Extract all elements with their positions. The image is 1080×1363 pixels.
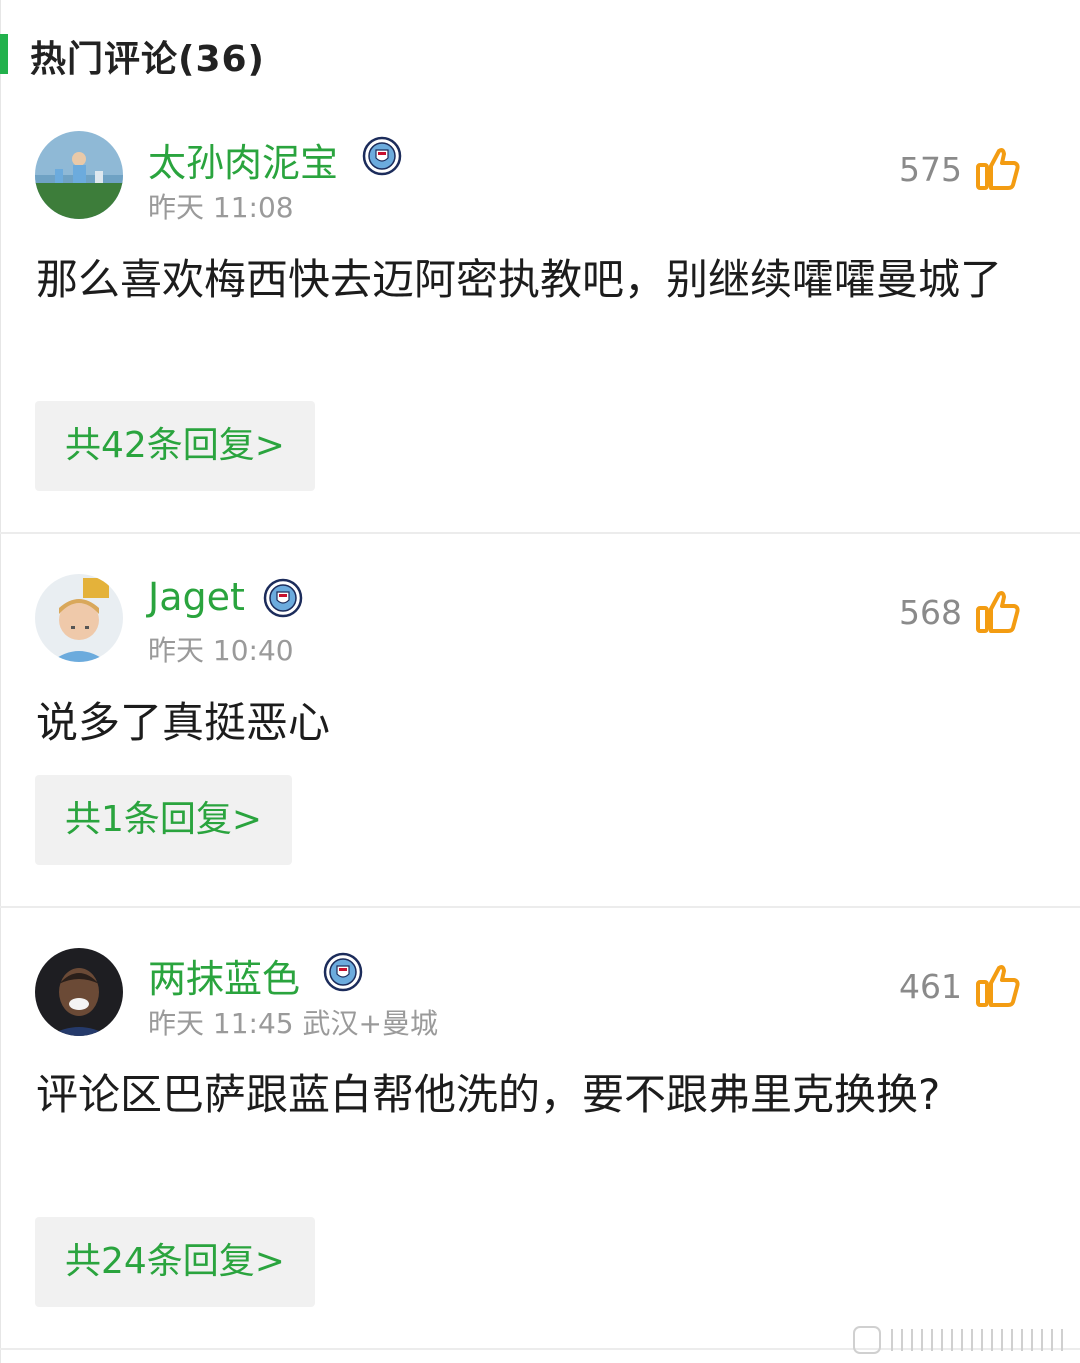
view-replies-button[interactable]: 共1条回复>: [35, 775, 293, 865]
username[interactable]: Jaget: [148, 575, 245, 619]
avatar[interactable]: [35, 574, 123, 662]
view-replies-button[interactable]: 共24条回复>: [35, 1217, 315, 1307]
comment-divider: [0, 532, 1080, 534]
watermark-logo: [853, 1326, 1063, 1354]
section-header: 热门评论(36): [0, 24, 1080, 84]
man-city-crest-icon: [263, 578, 303, 618]
avatar[interactable]: [35, 131, 123, 219]
thumbs-up-icon: [976, 591, 1020, 633]
man-city-crest-icon: [323, 952, 363, 992]
section-accent-bar: [0, 34, 8, 74]
comment-text: 评论区巴萨跟蓝白帮他洗的，要不跟弗里克换换?: [36, 1070, 941, 1119]
comment-divider: [0, 906, 1080, 908]
thumbs-up-icon: [976, 965, 1020, 1007]
like-button[interactable]: 575: [899, 145, 1022, 193]
like-count: 575: [899, 149, 962, 189]
section-title: 热门评论(36): [30, 39, 266, 80]
man-city-crest-icon: [362, 136, 402, 176]
username[interactable]: 太孙肉泥宝: [148, 132, 338, 187]
comment-meta: 昨天 11:08: [148, 191, 294, 224]
frame-edge: [0, 0, 1, 1363]
username[interactable]: 两抹蓝色: [148, 948, 300, 1003]
view-replies-button[interactable]: 共42条回复>: [35, 401, 315, 491]
comment-text: 说多了真挺恶心: [36, 698, 331, 747]
comment-meta: 昨天 10:40: [148, 634, 294, 667]
thumbs-up-icon: [976, 148, 1020, 190]
comment-text: 那么喜欢梅西快去迈阿密执教吧，别继续嚯嚯曼城了: [36, 255, 1003, 304]
like-count: 568: [899, 592, 962, 632]
comment-meta: 昨天 11:45 武汉+曼城: [148, 1007, 438, 1040]
like-button[interactable]: 568: [899, 588, 1022, 636]
like-button[interactable]: 461: [899, 962, 1022, 1010]
like-count: 461: [899, 966, 962, 1006]
avatar[interactable]: [35, 948, 123, 1036]
